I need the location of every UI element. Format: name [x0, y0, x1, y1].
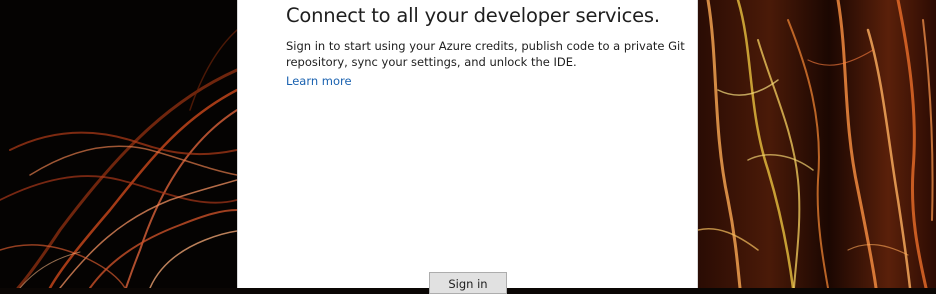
background-fractal-left — [0, 0, 237, 288]
background-fractal-right — [698, 0, 936, 288]
sign-in-button[interactable]: Sign in — [429, 272, 507, 294]
learn-more-link[interactable]: Learn more — [286, 74, 352, 88]
dialog-description: Sign in to start using your Azure credit… — [286, 39, 685, 69]
sign-in-dialog: Connect to all your developer services. … — [237, 0, 698, 294]
dialog-heading: Connect to all your developer services. — [286, 4, 660, 27]
